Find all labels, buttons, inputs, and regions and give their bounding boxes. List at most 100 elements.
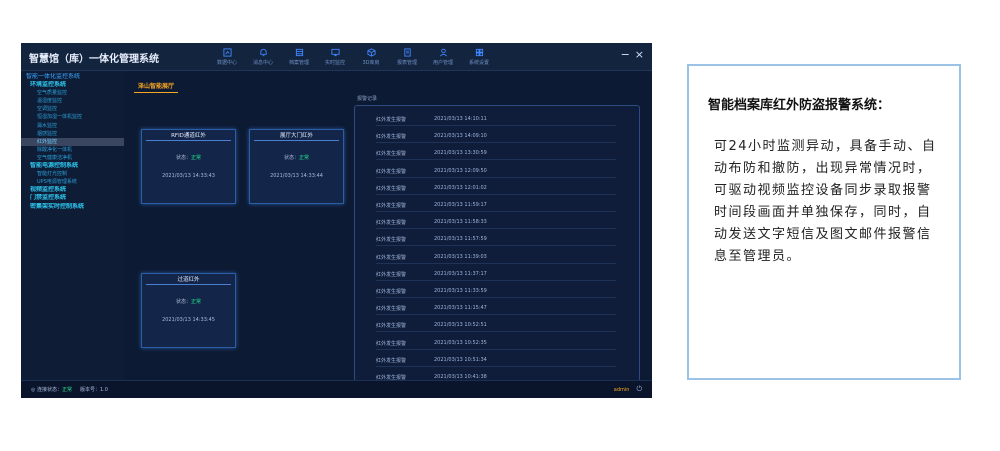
nav-label: 报表管理 — [396, 59, 417, 66]
sensor-card[interactable]: 展厅大门红外 状态：正常 2021/03/13 14:33:44 — [249, 129, 344, 204]
connection-status: ◎ 连接状态：正常 版本号：1.0 — [31, 386, 108, 393]
alarm-event: 红外发生报警 — [376, 117, 407, 123]
connection-label: 连接状态： — [36, 387, 62, 393]
nav-item-archive[interactable]: 档案管理 — [281, 43, 317, 70]
alarm-event: 红外发生报警 — [376, 271, 407, 278]
sidebar-item-smoke[interactable]: 烟感监控 — [21, 130, 124, 138]
sensor-status: 状态：正常 — [142, 298, 235, 305]
nav-item-data-center[interactable]: 数据中心 — [209, 43, 245, 70]
alarm-row: 红外发生报警 2021/03/13 14:09:10 — [376, 133, 616, 144]
alarm-time: 2021/03/13 12:09:50 — [434, 167, 487, 174]
alarm-time: 2021/03/13 11:37:17 — [434, 270, 487, 277]
sensor-timestamp: 2021/03/13 14:33:44 — [270, 173, 323, 179]
alarm-time: 2021/03/13 11:33:59 — [434, 288, 487, 294]
alarm-event: 红外发生报警 — [376, 134, 407, 141]
sensor-card[interactable]: 过道红外 状态：正常 2021/03/13 14:33:45 — [141, 273, 236, 348]
nav-label: 用户管理 — [432, 59, 453, 66]
nav-label: 消息中心 — [252, 59, 273, 66]
cube-icon — [366, 47, 376, 57]
sidebar-item-integrated-monitoring[interactable]: 智能一体化监控系统 — [21, 73, 124, 81]
nav-item-users[interactable]: 用户管理 — [425, 43, 461, 70]
nav-item-reports[interactable]: 报表管理 — [389, 43, 425, 70]
top-nav: 数据中心 消息中心 档案管理 实时监控 3D库房 报表管理 用户管理 系统设置 — [209, 43, 497, 70]
description-box: 智能档案库红外防盗报警系统： 可24小时监测异动，具备手动、自动布防和撤防，出现… — [687, 64, 961, 380]
alarm-row: 红外发生报警 2021/03/13 11:15:47 — [376, 305, 616, 316]
status-label: 状态： — [283, 155, 299, 161]
sensor-status: 状态：正常 — [250, 154, 343, 161]
app-window: 智慧馆（库）一体化管理系统 数据中心 消息中心 档案管理 实时监控 3D库房 报… — [21, 43, 652, 398]
tab-showroom[interactable]: 泽山智能展厅 — [134, 81, 179, 93]
alarm-time: 2021/03/13 13:30:59 — [434, 150, 487, 157]
sidebar-item-temp-humidity[interactable]: 温湿度监控 — [21, 97, 124, 105]
alarm-row: 红外发生报警 2021/03/13 13:30:59 — [376, 150, 616, 161]
nav-item-message-center[interactable]: 消息中心 — [245, 43, 281, 70]
status-value: 正常 — [299, 155, 310, 161]
alarm-row: 红外发生报警 2021/03/13 10:52:51 — [376, 322, 616, 333]
alarm-time: 2021/03/13 11:58:33 — [434, 219, 487, 226]
sidebar-item-environment[interactable]: 环境监控系统 — [21, 81, 124, 89]
alarm-time: 2021/03/13 14:09:10 — [434, 133, 487, 140]
sidebar-item-video[interactable]: 视频监控系统 — [21, 186, 124, 194]
sensor-name: 过道红外 — [146, 277, 231, 285]
user-area: admin ⏻ — [614, 385, 642, 394]
alarm-panel-title: 报警记录 — [357, 96, 378, 102]
alarm-event: 红外发生报警 — [376, 185, 407, 192]
sidebar-item-infrared[interactable]: 红外监控 — [21, 137, 124, 146]
close-icon[interactable]: × — [635, 48, 644, 61]
app-title: 智慧馆（库）一体化管理系统 — [29, 54, 159, 65]
nav-item-3d-warehouse[interactable]: 3D库房 — [353, 43, 389, 70]
nav-item-realtime-monitor[interactable]: 实时监控 — [317, 43, 353, 70]
sidebar-item-air-conditioner[interactable]: 空调监控 — [21, 105, 124, 113]
sidebar: 智能一体化监控系统 环境监控系统 空气质量监控 温湿度监控 空调监控 恒湿加湿一… — [21, 71, 124, 380]
alarm-event: 红外发生报警 — [376, 168, 407, 175]
sidebar-item-air-cleaner[interactable]: 空气健康洁净机 — [21, 154, 124, 162]
sidebar-item-acid-purifier[interactable]: 除酸净化一体机 — [21, 146, 124, 154]
alarm-row: 红外发生报警 2021/03/13 11:39:03 — [376, 254, 616, 264]
alarm-row: 红外发生报警 2021/03/13 10:51:34 — [376, 356, 616, 367]
alarm-time: 2021/03/13 10:51:34 — [434, 356, 487, 363]
alarm-time: 2021/03/13 11:57:59 — [434, 236, 487, 243]
bell-icon — [259, 48, 267, 56]
alarm-time: 2021/03/13 10:52:35 — [434, 339, 487, 346]
description-title: 智能档案库红外防盗报警系统： — [708, 98, 891, 113]
description-body: 可24小时监测异动，具备手动、自动布防和撤防，出现异常情况时，可驱动视频监控设备… — [714, 139, 937, 264]
sidebar-item-air-quality[interactable]: 空气质量监控 — [21, 89, 124, 97]
version-value: 1.0 — [99, 387, 108, 393]
sensor-name: 展厅大门红外 — [254, 133, 339, 141]
sensor-status: 状态：正常 — [142, 154, 235, 161]
nav-label: 系统设置 — [468, 59, 489, 66]
dashboard-icon — [222, 47, 232, 57]
alarm-time: 2021/03/13 11:59:17 — [434, 202, 487, 208]
settings-icon — [475, 48, 483, 56]
alarm-row: 红外发生报警 2021/03/13 12:09:50 — [376, 167, 616, 178]
alarm-event: 红外发生报警 — [376, 203, 407, 209]
sidebar-item-shelving[interactable]: 密集架实时控制系统 — [21, 203, 124, 211]
sidebar-item-power[interactable]: 智能电源控制系统 — [21, 162, 124, 170]
alarm-row: 红外发生报警 2021/03/13 11:59:17 — [376, 202, 616, 212]
alarm-event: 红外发生报警 — [376, 254, 407, 261]
alarm-event: 红外发生报警 — [376, 289, 407, 295]
nav-item-settings[interactable]: 系统设置 — [461, 43, 497, 70]
status-value: 正常 — [191, 155, 202, 161]
nav-label: 档案管理 — [288, 59, 309, 66]
power-icon[interactable]: ⏻ — [636, 385, 642, 393]
sensor-timestamp: 2021/03/13 14:33:45 — [162, 317, 215, 323]
sidebar-item-ups[interactable]: UPS电源管理系统 — [21, 178, 124, 186]
connection-value: 正常 — [61, 387, 72, 393]
sensor-card[interactable]: RFID通道红外 状态：正常 2021/03/13 14:33:43 — [141, 129, 236, 204]
archive-icon — [295, 48, 303, 56]
title-bar: 智慧馆（库）一体化管理系统 数据中心 消息中心 档案管理 实时监控 3D库房 报… — [21, 43, 652, 71]
nav-label: 3D库房 — [362, 59, 380, 66]
sidebar-item-access-control[interactable]: 门禁监控系统 — [21, 194, 124, 202]
alarm-time: 2021/03/13 10:52:51 — [434, 322, 487, 329]
sidebar-item-water-leak[interactable]: 漏水监控 — [21, 122, 124, 130]
alarm-time: 2021/03/13 11:15:47 — [434, 305, 487, 312]
alarm-row: 红外发生报警 2021/03/13 11:33:59 — [376, 288, 616, 298]
alarm-log-panel[interactable]: 红外发生报警 2021/03/13 14:10:11 红外发生报警 2021/03/… — [354, 105, 640, 382]
sidebar-item-humidifier[interactable]: 恒湿加湿一体机监控 — [21, 113, 124, 121]
alarm-event: 红外发生报警 — [376, 357, 407, 364]
sidebar-item-lighting[interactable]: 智能灯光控制 — [21, 170, 124, 178]
sensor-timestamp: 2021/03/13 14:33:43 — [162, 173, 215, 179]
minimize-icon[interactable]: − — [621, 48, 630, 61]
current-user[interactable]: admin — [614, 387, 630, 393]
